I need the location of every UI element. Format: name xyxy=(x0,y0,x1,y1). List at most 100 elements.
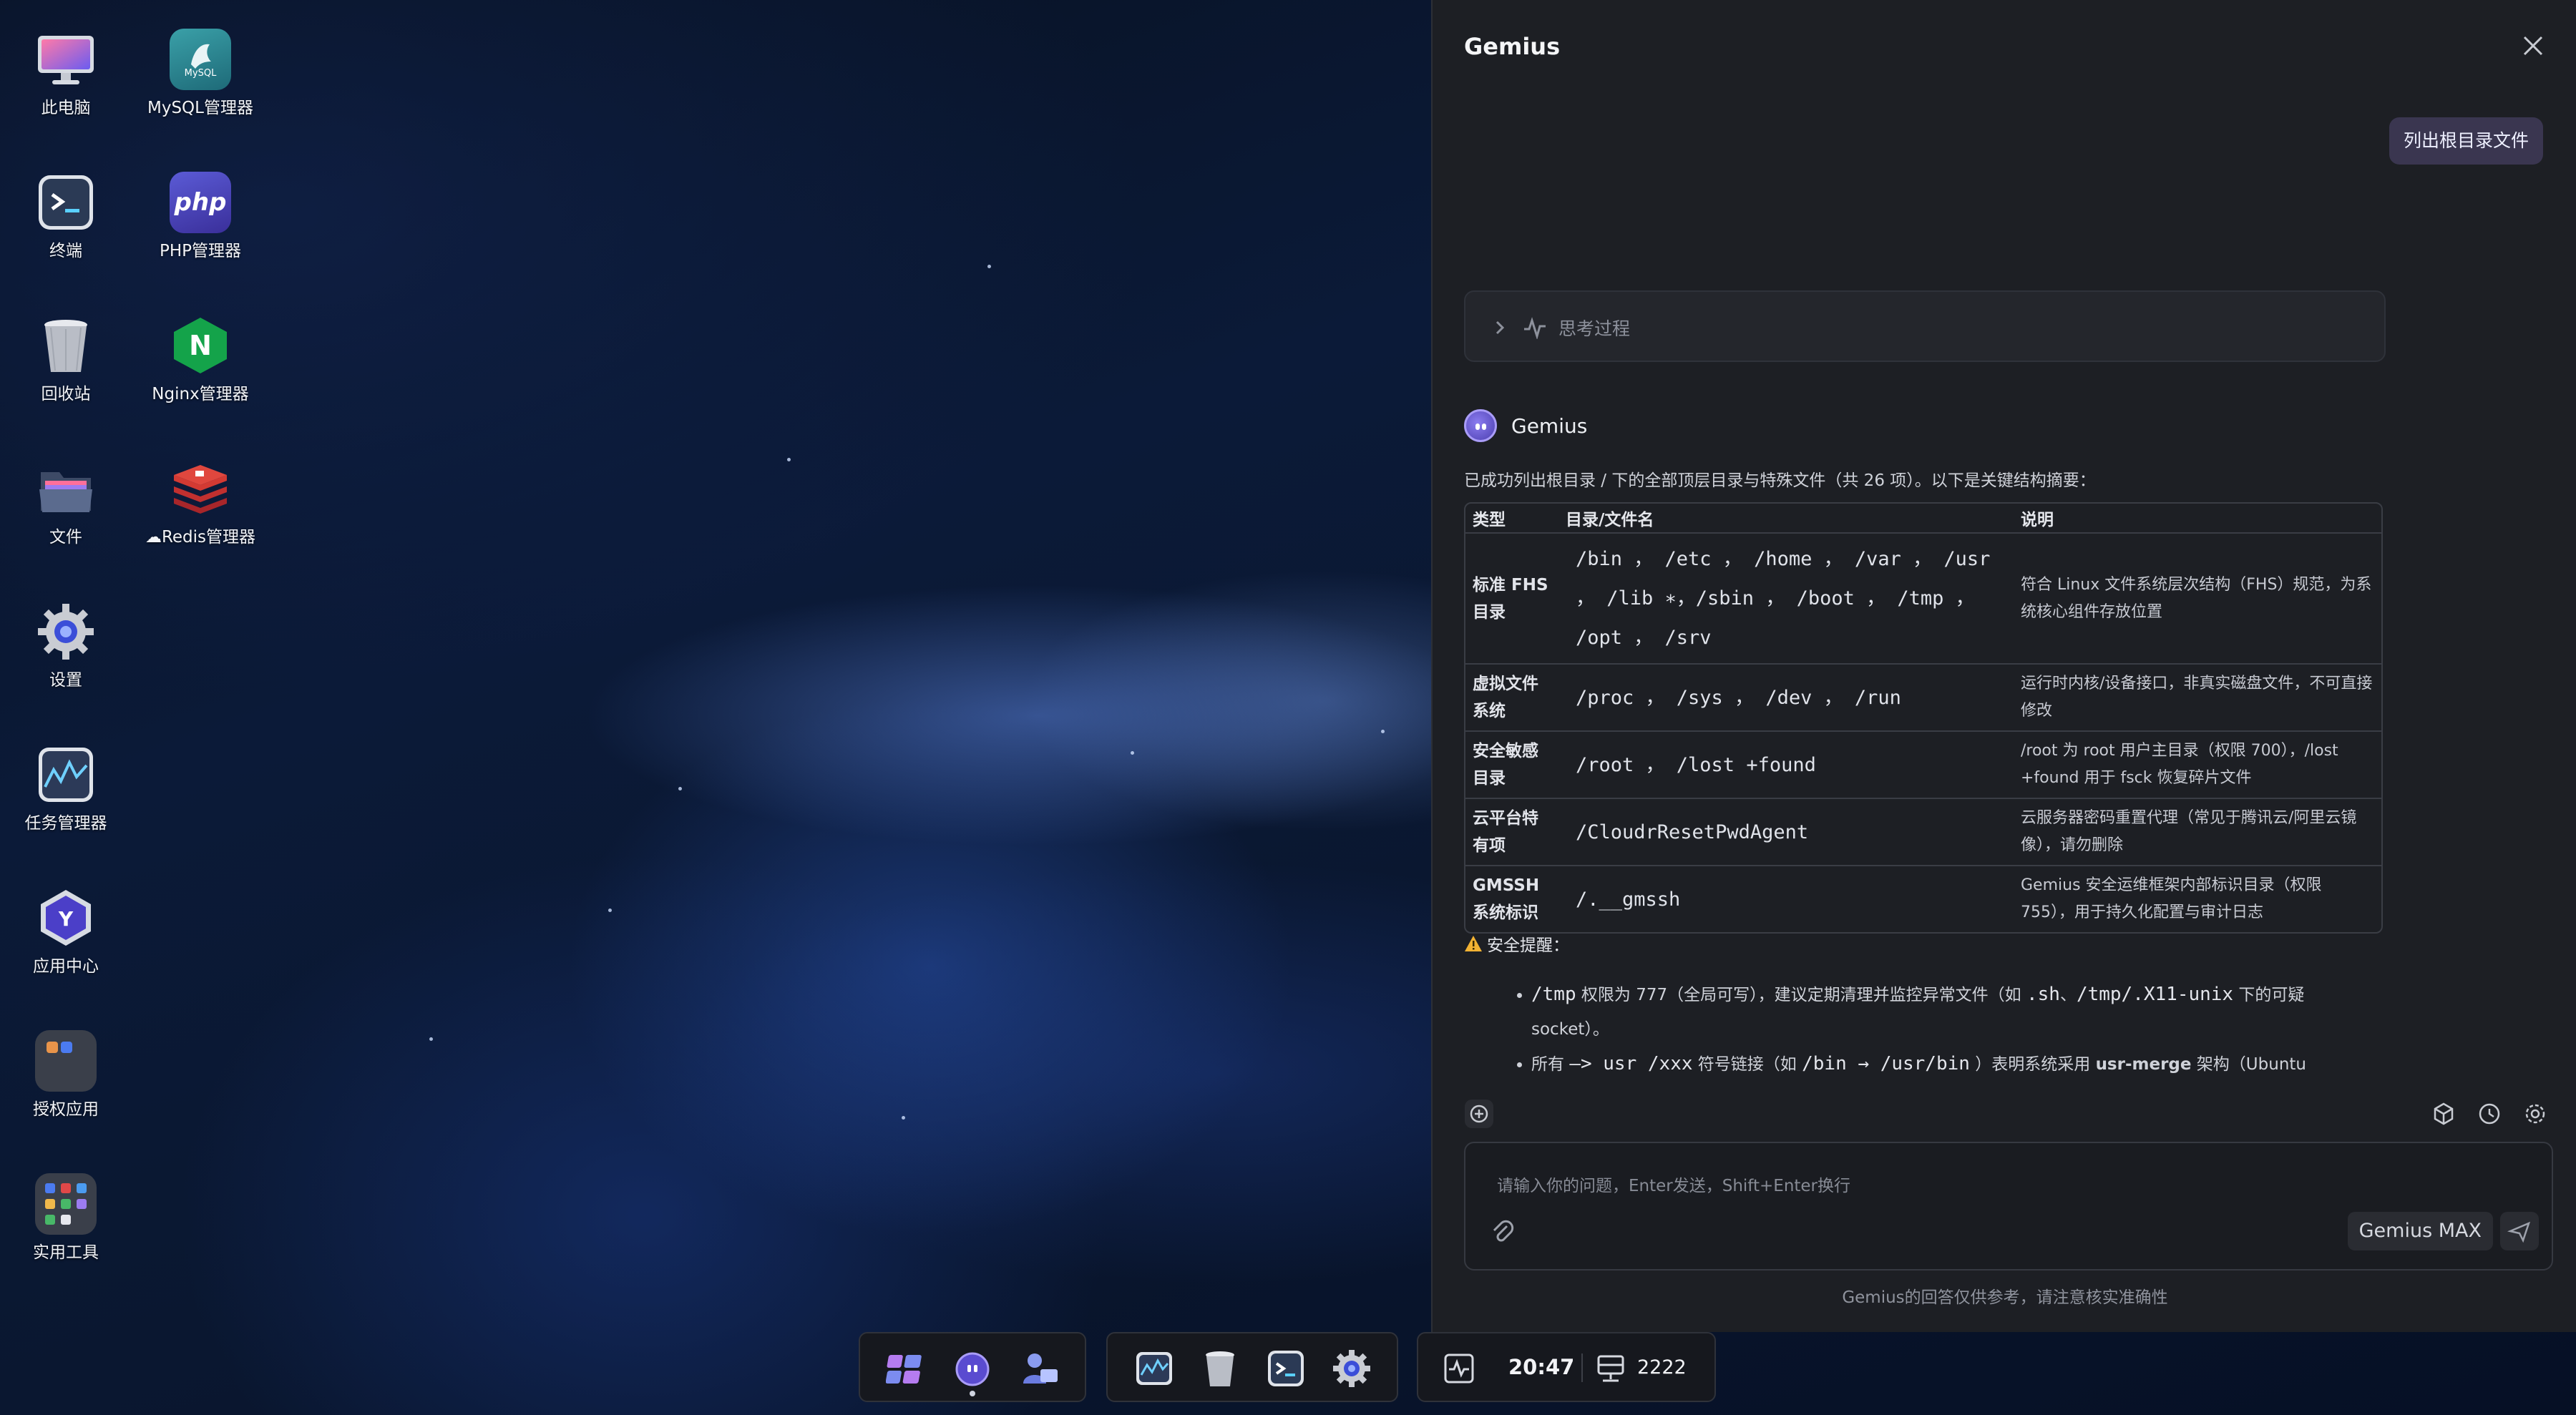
panel-title: Gemius xyxy=(1464,33,1561,60)
answer-intro: 已成功列出根目录 / 下的全部顶层目录与特殊文件（共 26 项）。以下是关键结构… xyxy=(1464,471,2096,490)
desktop-icon-label: 实用工具 xyxy=(33,1243,99,1262)
bot-name: Gemius xyxy=(1511,413,1588,438)
desktop-icon-mysql-manager[interactable]: MySQL MySQL管理器 xyxy=(136,29,265,119)
desktop-icon-terminal[interactable]: 终端 xyxy=(1,172,130,262)
trash-icon[interactable] xyxy=(1199,1348,1241,1389)
clock: 20:47 xyxy=(1508,1355,1575,1379)
chevron-right-icon xyxy=(1496,320,1505,335)
gemius-assistant-icon[interactable] xyxy=(952,1348,993,1389)
task-monitor-icon[interactable] xyxy=(1133,1348,1175,1389)
cube-icon[interactable] xyxy=(2427,1097,2460,1130)
chat-input[interactable]: 请输入你的问题，Enter发送，Shift+Enter换行 Gemius MAX xyxy=(1464,1142,2553,1270)
model-selector[interactable]: Gemius MAX xyxy=(2347,1212,2493,1250)
desktop-icon-app-center[interactable]: Y 应用中心 xyxy=(1,887,130,977)
desktop-icon-label: 回收站 xyxy=(41,385,91,403)
desktop-icon-php-manager[interactable]: php PHP管理器 xyxy=(136,172,265,262)
desktop-icon-label: 应用中心 xyxy=(33,957,99,976)
cell-type: 标准 FHS 目录 xyxy=(1465,534,1558,665)
desktop-icon-utilities[interactable]: 实用工具 xyxy=(1,1173,130,1263)
cell-type: 安全敏感目录 xyxy=(1465,732,1558,799)
column-header-type: 类型 xyxy=(1465,504,1558,534)
trash-icon xyxy=(35,315,97,376)
user-card-icon[interactable] xyxy=(1019,1348,1060,1389)
divider xyxy=(1581,1353,1583,1382)
disclaimer: Gemius的回答仅供参考，请注意核实准确性 xyxy=(1842,1288,2168,1307)
list-item: 所有 –> usr /xxx 符号链接（如 /bin → /usr/bin ）表… xyxy=(1531,1047,2383,1082)
assistant-panel: Gemius 列出根目录文件 思考过程 Gemius 已成功列出根目录 / 下的… xyxy=(1431,0,2576,1332)
desktop-icon-label: 任务管理器 xyxy=(24,814,107,833)
terminal-icon xyxy=(35,172,97,233)
redis-icon xyxy=(170,458,231,519)
attach-icon[interactable] xyxy=(1490,1218,1516,1246)
active-indicator xyxy=(970,1391,975,1396)
gear-icon xyxy=(35,601,97,662)
table-row: 虚拟文件系统 /proc ， /sys ， /dev ， /run 运行时内核/… xyxy=(1465,665,2381,732)
list-item: /tmp 权限为 777（全局可写），建议定期清理并监控异常文件（如 .sh、/… xyxy=(1531,977,2383,1047)
desktop-icon-redis-manager[interactable]: ☁Redis管理器 xyxy=(136,458,265,548)
settings-icon[interactable] xyxy=(2519,1097,2552,1130)
cell-desc: 云服务器密码重置代理（常见于腾讯云/阿里云镜像），请勿删除 xyxy=(2014,799,2381,866)
warning-icon xyxy=(1465,936,1482,951)
desktop-icon-label: ☁Redis管理器 xyxy=(145,528,256,547)
desktop-icon-label: 文件 xyxy=(49,528,82,547)
column-header-name: 目录/文件名 xyxy=(1558,504,2014,534)
cell-desc: Gemius 安全运维框架内部标识目录（权限 755），用于持久化配置与审计日志 xyxy=(2021,876,2322,921)
cell-name: /.__gmssh xyxy=(1576,888,1681,911)
table-row: 安全敏感目录 /root ， /lost +found /root 为 root… xyxy=(1465,732,2381,799)
desktop-icon-label: 此电脑 xyxy=(41,99,91,117)
thinking-label: 思考过程 xyxy=(1558,318,1631,339)
desktop-icon-this-pc[interactable]: 此电脑 xyxy=(1,29,130,119)
app-center-icon: Y xyxy=(35,887,97,949)
desktop-icon-label: 授权应用 xyxy=(33,1100,99,1119)
nginx-icon: N xyxy=(170,315,231,376)
thinking-process-toggle[interactable]: 思考过程 xyxy=(1464,290,2386,362)
desktop-icon-task-manager[interactable]: 任务管理器 xyxy=(1,744,130,834)
terminal-icon[interactable] xyxy=(1265,1348,1307,1389)
table-header-row: 类型 目录/文件名 说明 xyxy=(1465,504,2381,534)
svg-text:php: php xyxy=(174,188,227,217)
utilities-icon xyxy=(35,1173,97,1235)
system-monitor-icon[interactable] xyxy=(1443,1352,1475,1385)
mysql-icon: MySQL xyxy=(170,29,231,90)
connection-port: 2222 xyxy=(1637,1356,1687,1379)
task-monitor-icon xyxy=(35,744,97,806)
user-message-bubble: 列出根目录文件 xyxy=(2389,117,2543,165)
security-warning-title: 安全提醒： xyxy=(1464,931,1569,956)
security-bullets: /tmp 权限为 777（全局可写），建议定期清理并监控异常文件（如 .sh、/… xyxy=(1517,977,2383,1082)
monitor-icon xyxy=(35,29,97,90)
launcher-icon[interactable] xyxy=(885,1348,927,1389)
taskbar-group-running xyxy=(1106,1332,1398,1402)
bot-avatar xyxy=(1464,409,1497,442)
cell-name: /bin ， /etc ， /home ， /var ， /usr ， /lib… xyxy=(1558,534,2014,665)
svg-text:N: N xyxy=(189,330,212,361)
svg-text:Y: Y xyxy=(58,907,74,931)
chat-input-placeholder: 请输入你的问题，Enter发送，Shift+Enter换行 xyxy=(1497,1177,1851,1195)
desktop-icon-label: Nginx管理器 xyxy=(152,385,249,403)
cloud-download-icon: ☁ xyxy=(145,528,162,547)
server-icon[interactable] xyxy=(1594,1352,1627,1385)
cell-type: 虚拟文件系统 xyxy=(1465,665,1558,732)
cell-desc: 符合 Linux 文件系统层次结构（FHS）规范，为系统核心组件存放位置 xyxy=(2014,534,2381,665)
authorized-apps-icon xyxy=(35,1030,97,1092)
php-icon: php xyxy=(170,172,231,233)
cell-name: /proc ， /sys ， /dev ， /run xyxy=(1558,665,2014,732)
send-icon xyxy=(2507,1221,2531,1243)
send-button[interactable] xyxy=(2500,1212,2539,1250)
desktop-icon-label: 终端 xyxy=(49,242,82,260)
taskbar-group-status: 20:47 2222 xyxy=(1417,1332,1716,1402)
new-chat-button[interactable] xyxy=(1463,1097,1496,1130)
cell-name: /root ， /lost +found xyxy=(1558,732,2014,799)
cell-desc: /root 为 root 用户主目录（权限 700），/lost +found … xyxy=(2014,732,2381,799)
history-icon[interactable] xyxy=(2473,1097,2506,1130)
desktop-icon-nginx-manager[interactable]: N Nginx管理器 xyxy=(136,315,265,405)
directory-table: 类型 目录/文件名 说明 标准 FHS 目录 /bin ， /etc ， /ho… xyxy=(1464,502,2383,934)
gear-icon[interactable] xyxy=(1331,1348,1372,1389)
desktop-icon-recycle-bin[interactable]: 回收站 xyxy=(1,315,130,405)
desktop-icon-label: 设置 xyxy=(49,671,82,690)
close-icon[interactable] xyxy=(2519,31,2547,60)
desktop-icon-files[interactable]: 文件 xyxy=(1,458,130,548)
desktop-icon-authorized-apps[interactable]: 授权应用 xyxy=(1,1030,130,1120)
bot-header: Gemius xyxy=(1464,408,1587,444)
activity-icon xyxy=(1524,317,1546,339)
desktop-icon-settings[interactable]: 设置 xyxy=(1,601,130,691)
